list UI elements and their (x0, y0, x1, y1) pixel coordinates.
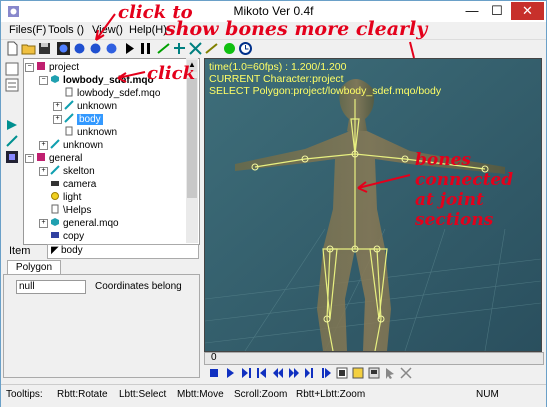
annotation-arrows (95, 13, 415, 193)
